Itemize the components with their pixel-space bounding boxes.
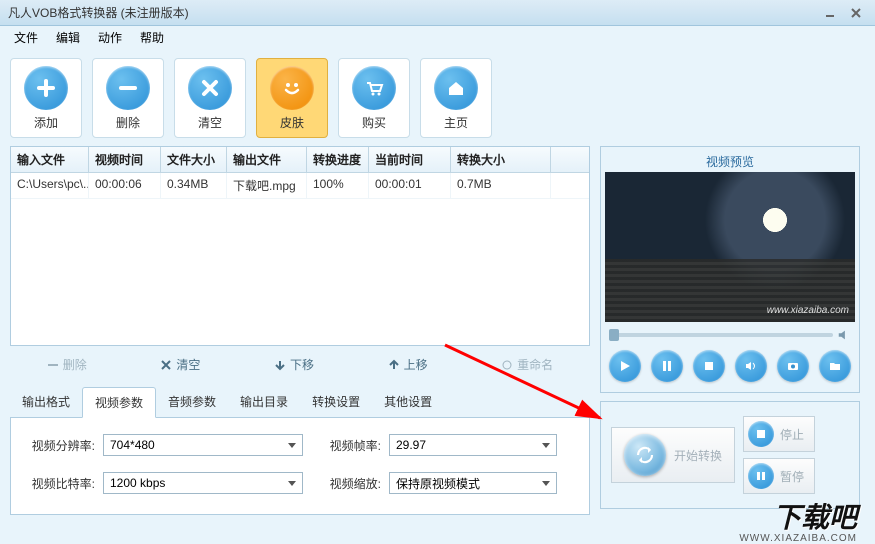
- chevron-down-icon: [542, 443, 550, 448]
- pause-convert-button[interactable]: 暂停: [743, 458, 815, 494]
- snapshot-button[interactable]: [777, 350, 809, 382]
- chevron-down-icon: [288, 481, 296, 486]
- col-output[interactable]: 输出文件: [227, 147, 307, 172]
- tab-output-dir[interactable]: 输出目录: [228, 387, 300, 417]
- video-params-panel: 视频分辨率: 704*480 视频帧率: 29.97 视频比特率: 1200 k…: [10, 418, 590, 515]
- skin-button[interactable]: 皮肤: [256, 58, 328, 138]
- brand-logo: 下载吧: [773, 496, 857, 536]
- plus-icon: [24, 66, 68, 110]
- file-table: 输入文件 视频时间 文件大小 输出文件 转换进度 当前时间 转换大小 C:\Us…: [10, 146, 590, 346]
- window-title: 凡人VOB格式转换器 (未注册版本): [8, 4, 819, 21]
- stop-convert-button[interactable]: 停止: [743, 416, 815, 452]
- arrow-down-icon: [274, 359, 286, 371]
- preview-title: 视频预览: [605, 151, 855, 172]
- pause-icon: [748, 463, 774, 489]
- minus-icon: [47, 359, 59, 371]
- menu-edit[interactable]: 编辑: [48, 27, 88, 48]
- pause-button[interactable]: [651, 350, 683, 382]
- framerate-label: 视频帧率:: [311, 437, 381, 454]
- seek-slider[interactable]: [609, 333, 833, 337]
- rename-icon: [501, 359, 513, 371]
- cart-icon: [352, 66, 396, 110]
- settings-tabs: 输出格式 视频参数 音频参数 输出目录 转换设置 其他设置: [10, 387, 590, 418]
- start-convert-button[interactable]: 开始转换: [611, 427, 735, 483]
- col-progress[interactable]: 转换进度: [307, 147, 369, 172]
- zoom-label: 视频缩放:: [311, 475, 381, 492]
- tab-video-params[interactable]: 视频参数: [82, 387, 156, 418]
- x-icon: [160, 359, 172, 371]
- resolution-label: 视频分辨率:: [25, 437, 95, 454]
- list-clear[interactable]: 清空: [160, 356, 200, 373]
- tab-convert-settings[interactable]: 转换设置: [300, 387, 372, 417]
- buy-button[interactable]: 购买: [338, 58, 410, 138]
- bitrate-select[interactable]: 1200 kbps: [103, 472, 303, 494]
- add-button[interactable]: 添加: [10, 58, 82, 138]
- close-button[interactable]: [845, 5, 867, 21]
- tab-audio-params[interactable]: 音频参数: [156, 387, 228, 417]
- col-vtime[interactable]: 视频时间: [89, 147, 161, 172]
- smile-icon: [270, 66, 314, 110]
- list-movedown[interactable]: 下移: [274, 356, 314, 373]
- preview-panel: 视频预览 www.xiazaiba.com: [600, 146, 860, 393]
- media-controls: [605, 344, 855, 388]
- framerate-select[interactable]: 29.97: [389, 434, 557, 456]
- titlebar: 凡人VOB格式转换器 (未注册版本): [0, 0, 875, 26]
- menu-file[interactable]: 文件: [6, 27, 46, 48]
- list-moveup[interactable]: 上移: [388, 356, 428, 373]
- convert-icon: [624, 434, 666, 476]
- delete-button[interactable]: 删除: [92, 58, 164, 138]
- preview-image: www.xiazaiba.com: [605, 172, 855, 322]
- clear-button[interactable]: 清空: [174, 58, 246, 138]
- folder-button[interactable]: [819, 350, 851, 382]
- col-curtime[interactable]: 当前时间: [369, 147, 451, 172]
- action-panel: 开始转换 停止 暂停: [600, 401, 860, 509]
- resolution-select[interactable]: 704*480: [103, 434, 303, 456]
- menu-action[interactable]: 动作: [90, 27, 130, 48]
- home-button[interactable]: 主页: [420, 58, 492, 138]
- tab-output-format[interactable]: 输出格式: [10, 387, 82, 417]
- brand-url: WWW.XIAZAIBA.COM: [739, 533, 857, 544]
- chevron-down-icon: [542, 481, 550, 486]
- x-icon: [188, 66, 232, 110]
- col-outsize[interactable]: 转换大小: [451, 147, 551, 172]
- col-fsize[interactable]: 文件大小: [161, 147, 227, 172]
- menu-help[interactable]: 帮助: [132, 27, 172, 48]
- minimize-button[interactable]: [819, 5, 841, 21]
- table-row[interactable]: C:\Users\pc\.. 00:00:06 0.34MB 下载吧.mpg 1…: [11, 173, 589, 199]
- col-input[interactable]: 输入文件: [11, 147, 89, 172]
- menubar: 文件 编辑 动作 帮助: [0, 26, 875, 48]
- list-delete[interactable]: 删除: [47, 356, 87, 373]
- volume-button[interactable]: [735, 350, 767, 382]
- zoom-select[interactable]: 保持原视频模式: [389, 472, 557, 494]
- speaker-icon[interactable]: [837, 328, 851, 342]
- stop-button[interactable]: [693, 350, 725, 382]
- play-button[interactable]: [609, 350, 641, 382]
- arrow-up-icon: [388, 359, 400, 371]
- list-rename[interactable]: 重命名: [501, 356, 553, 373]
- tab-other-settings[interactable]: 其他设置: [372, 387, 444, 417]
- stop-icon: [748, 421, 774, 447]
- bitrate-label: 视频比特率:: [25, 475, 95, 492]
- toolbar: 添加 删除 清空 皮肤 购买 主页: [0, 48, 875, 146]
- minus-icon: [106, 66, 150, 110]
- list-operations: 删除 清空 下移 上移 重命名: [10, 346, 590, 387]
- home-icon: [434, 66, 478, 110]
- chevron-down-icon: [288, 443, 296, 448]
